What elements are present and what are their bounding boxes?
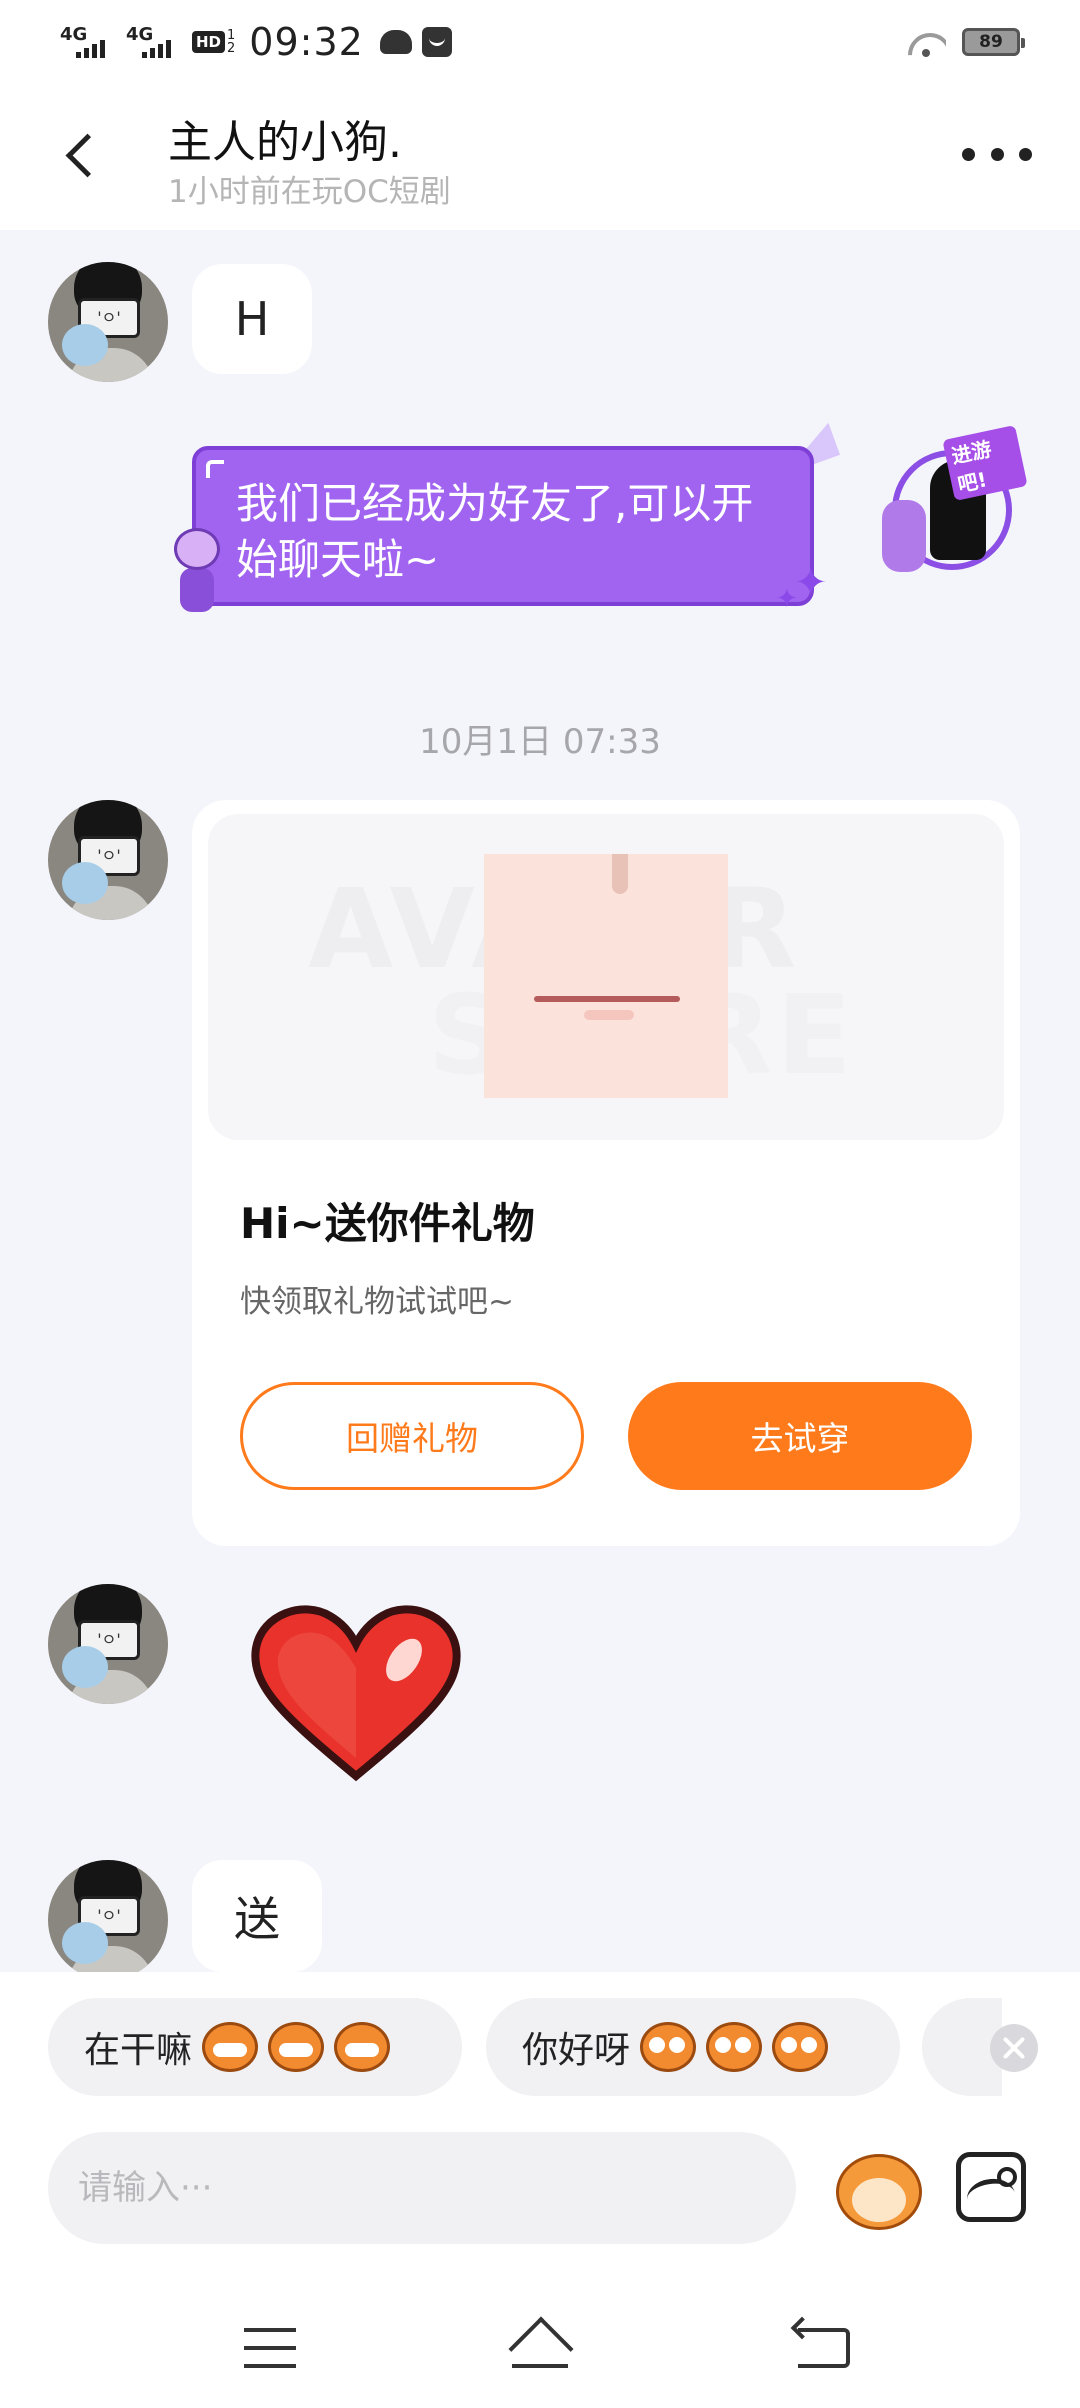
- character-sticker-icon: [166, 528, 230, 620]
- avatar[interactable]: 'ㅇ': [48, 262, 168, 382]
- message-input[interactable]: [48, 2132, 796, 2244]
- wide-eyes-emoji-icon: [640, 2022, 697, 2072]
- sticker-avatar[interactable]: 进游吧!: [882, 424, 1028, 580]
- friend-notice-text: 我们已经成为好友了,可以开始聊天啦~: [236, 479, 754, 584]
- signal-icon: 4G: [126, 22, 182, 62]
- cloud-icon: [379, 30, 412, 54]
- sparkle-icon: ✦: [776, 584, 798, 614]
- status-left: 4G 4G HD 12 09:32: [60, 14, 452, 70]
- grin-emoji-icon: [202, 2022, 259, 2072]
- avatar[interactable]: 'ㅇ': [48, 1584, 168, 1704]
- back-button[interactable]: [50, 122, 114, 186]
- notification-icon: [421, 27, 452, 57]
- contact-name: 主人的小狗.: [168, 117, 402, 168]
- close-icon[interactable]: [990, 2024, 1038, 2072]
- hd-icon: HD 12: [192, 29, 235, 55]
- avatar[interactable]: 'ㅇ': [48, 800, 168, 920]
- gift-preview[interactable]: AVATAR STORE: [208, 814, 1004, 1140]
- wide-eyes-emoji-icon: [772, 2022, 829, 2072]
- home-icon[interactable]: [506, 2322, 574, 2370]
- chat-header: 主人的小狗. 1小时前在玩OC短剧: [0, 84, 1080, 230]
- quick-reply-chip[interactable]: 你好呀: [486, 1998, 900, 2096]
- signal-icon: 4G: [60, 22, 116, 62]
- status-right: 89: [906, 20, 1025, 64]
- message-bubble[interactable]: H: [192, 264, 312, 374]
- hd-sub2: 2: [227, 41, 236, 56]
- more-options-button[interactable]: [962, 134, 1032, 174]
- message-bubble[interactable]: 送: [192, 1860, 322, 1972]
- menu-icon[interactable]: [244, 2328, 296, 2368]
- quick-reply-text: 在干嘛: [84, 2030, 193, 2071]
- sparkle-icon: ✦: [794, 560, 828, 606]
- quick-reply-chip[interactable]: 在干嘛: [48, 1998, 462, 2096]
- grin-emoji-icon: [334, 2022, 391, 2072]
- gift-title: Hi~送你件礼物: [240, 1199, 535, 1248]
- mascot-emoji-button[interactable]: [830, 2132, 930, 2244]
- grin-emoji-icon: [268, 2022, 325, 2072]
- message-text: H: [234, 292, 270, 346]
- wifi-icon: [906, 27, 946, 57]
- quick-reply-text: 你好呀: [522, 2030, 631, 2071]
- gift-card[interactable]: AVATAR STORE Hi~送你件礼物 快领取礼物试试吧~ 回赠礼物 去试穿: [192, 800, 1020, 1546]
- system-nav-bar: [0, 2288, 1080, 2408]
- sticker-tag: 进游吧!: [942, 424, 1028, 502]
- back-icon[interactable]: [798, 2328, 850, 2368]
- contact-status: 1小时前在玩OC短剧: [168, 174, 451, 210]
- return-gift-button[interactable]: 回赠礼物: [240, 1382, 584, 1490]
- status-bar: 4G 4G HD 12 09:32 89: [0, 0, 1080, 84]
- heart-sticker[interactable]: [246, 1598, 466, 1788]
- avatar[interactable]: 'ㅇ': [48, 1860, 168, 1980]
- message-text: 送: [234, 1892, 280, 1946]
- battery-level: 89: [979, 32, 1003, 52]
- battery-icon: 89: [962, 28, 1025, 56]
- image-picker-icon[interactable]: [956, 2152, 1026, 2222]
- friend-notice-bubble: 我们已经成为好友了,可以开始聊天啦~: [192, 446, 814, 606]
- wide-eyes-emoji-icon: [706, 2022, 763, 2072]
- clock: 09:32: [249, 20, 364, 64]
- try-on-button[interactable]: 去试穿: [628, 1382, 972, 1490]
- hd-label: HD: [192, 31, 226, 53]
- gift-item-image: [484, 854, 728, 1098]
- timestamp: 10月1日 07:33: [419, 722, 661, 762]
- gift-description: 快领取礼物试试吧~: [240, 1284, 514, 1320]
- quick-reply-bar: 在干嘛 你好呀: [0, 1972, 1080, 2132]
